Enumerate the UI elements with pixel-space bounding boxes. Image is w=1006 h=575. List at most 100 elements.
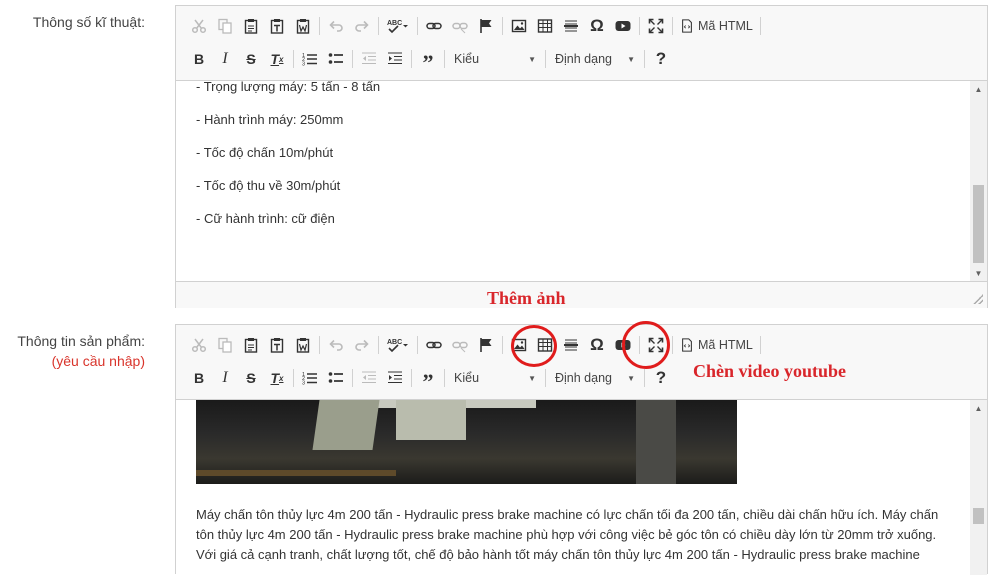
paste-icon[interactable]	[238, 332, 264, 358]
format-combo-value: Định dạng	[555, 52, 612, 66]
help-button[interactable]: ?	[648, 365, 674, 391]
numbered-list-icon[interactable]: 123	[297, 46, 323, 72]
field-label-specs: Thông số kĩ thuật:	[32, 14, 145, 30]
content-line: - Hành trình máy: 250mm	[196, 112, 344, 127]
content-line: - Tốc độ thu về 30m/phút	[196, 178, 341, 193]
paste-word-icon[interactable]	[290, 13, 316, 39]
scrollbar-thumb[interactable]	[973, 185, 984, 263]
outdent-icon[interactable]	[356, 365, 382, 391]
redo-icon[interactable]	[349, 13, 375, 39]
unlink-icon[interactable]	[447, 13, 473, 39]
highlight-circle-image	[511, 325, 557, 367]
product-description: Máy chấn tôn thủy lực 4m 200 tấn - Hydra…	[196, 507, 939, 562]
unlink-icon[interactable]	[447, 332, 473, 358]
bold-icon[interactable]: B	[186, 365, 212, 391]
scrollbar-thumb[interactable]	[973, 508, 984, 524]
required-note: (yêu cầu nhập)	[51, 353, 145, 369]
style-combo[interactable]: Kiểu ▼	[448, 48, 542, 70]
horizontal-line-icon[interactable]	[558, 332, 584, 358]
link-icon[interactable]	[421, 13, 447, 39]
style-combo-value: Kiểu	[454, 52, 480, 66]
remove-format-icon[interactable]: Tx	[264, 46, 290, 72]
style-combo-value: Kiểu	[454, 371, 480, 385]
anchor-icon[interactable]	[473, 332, 499, 358]
paste-word-icon[interactable]	[290, 332, 316, 358]
copy-icon[interactable]	[212, 332, 238, 358]
format-combo[interactable]: Định dạng ▼	[549, 48, 641, 70]
strike-icon[interactable]: S	[238, 46, 264, 72]
link-icon[interactable]	[421, 332, 447, 358]
italic-icon[interactable]: I	[212, 365, 238, 391]
help-button[interactable]: ?	[648, 46, 674, 72]
annotation-add-image: Thêm ảnh	[487, 288, 566, 308]
undo-icon[interactable]	[323, 13, 349, 39]
cut-icon[interactable]	[186, 13, 212, 39]
numbered-list-icon[interactable]: 123	[297, 365, 323, 391]
annotation-insert-video: Chèn video youtube	[693, 361, 847, 381]
indent-icon[interactable]	[382, 46, 408, 72]
redo-icon[interactable]	[349, 332, 375, 358]
editor-toolbar: ABC Ω Mã HTML B I S T x 1 2 3 ” Kiểu ▼ Đ…	[176, 325, 987, 400]
cut-icon[interactable]	[186, 332, 212, 358]
spellcheck-icon[interactable]: ABC	[382, 332, 414, 358]
scroll-down-icon[interactable]: ▼	[970, 265, 987, 281]
scroll-up-icon[interactable]: ▲	[970, 81, 987, 97]
bold-icon[interactable]: B	[186, 46, 212, 72]
source-icon	[682, 338, 692, 352]
bulleted-list-icon[interactable]	[323, 365, 349, 391]
resize-handle-icon[interactable]	[973, 294, 983, 304]
source-button[interactable]: Mã HTML	[676, 13, 757, 39]
chevron-down-icon: ▼	[627, 54, 635, 64]
horizontal-line-icon[interactable]	[558, 13, 584, 39]
rich-text-editor-specs: ABC Ω Mã HTML B I S T x 1 2 3 ” Kiểu ▼ Đ…	[175, 5, 988, 308]
svg-text:3: 3	[302, 62, 305, 68]
special-char-icon[interactable]: Ω	[584, 13, 610, 39]
paste-icon[interactable]	[238, 13, 264, 39]
special-char-icon[interactable]: Ω	[584, 332, 610, 358]
paste-text-icon[interactable]	[264, 13, 290, 39]
source-button[interactable]: Mã HTML	[676, 332, 757, 358]
italic-icon[interactable]: I	[212, 46, 238, 72]
source-label: Mã HTML	[698, 19, 753, 33]
editor-content-area[interactable]: Máy chấn tôn thủy lực 4m 200 tấn - Hydra…	[176, 400, 987, 575]
undo-icon[interactable]	[323, 332, 349, 358]
editor-content-area[interactable]: - Trọng lượng máy: 5 tấn - 8 tấn - Hành …	[176, 81, 987, 281]
table-icon[interactable]	[532, 13, 558, 39]
bulleted-list-icon[interactable]	[323, 46, 349, 72]
content-line: - Trọng lượng máy: 5 tấn - 8 tấn	[196, 81, 381, 94]
field-label-product-info: Thông tin sản phẩm:	[17, 333, 145, 349]
content-line: - Tốc độ chấn 10m/phút	[196, 145, 334, 160]
svg-text:ABC: ABC	[387, 20, 402, 27]
content-line: - Cữ hành trình: cữ điện	[196, 211, 335, 226]
copy-icon[interactable]	[212, 13, 238, 39]
editor-toolbar: ABC Ω Mã HTML B I S T x 1 2 3 ” Kiểu ▼ Đ…	[176, 6, 987, 81]
strike-icon[interactable]: S	[238, 365, 264, 391]
scroll-up-icon[interactable]: ▲	[970, 400, 987, 416]
chevron-down-icon: ▼	[528, 373, 536, 383]
content-text: - Trọng lượng máy: 5 tấn - 8 tấn - Hành …	[196, 81, 380, 235]
anchor-icon[interactable]	[473, 13, 499, 39]
chevron-down-icon: ▼	[528, 54, 536, 64]
rich-text-editor-product-info: ABC Ω Mã HTML B I S T x 1 2 3 ” Kiểu ▼ Đ…	[175, 324, 988, 575]
indent-icon[interactable]	[382, 365, 408, 391]
style-combo[interactable]: Kiểu ▼	[448, 367, 542, 389]
outdent-icon[interactable]	[356, 46, 382, 72]
source-label: Mã HTML	[698, 338, 753, 352]
product-photo	[196, 400, 737, 484]
paste-text-icon[interactable]	[264, 332, 290, 358]
remove-format-icon[interactable]: Tx	[264, 365, 290, 391]
chevron-down-icon: ▼	[627, 373, 635, 383]
scrollbar[interactable]: ▲	[970, 400, 987, 575]
maximize-icon[interactable]	[643, 13, 669, 39]
editor-footer	[176, 281, 987, 308]
scrollbar[interactable]: ▲ ▼	[970, 81, 987, 281]
blockquote-icon[interactable]: ”	[415, 365, 441, 394]
svg-text:ABC: ABC	[387, 339, 402, 346]
format-combo[interactable]: Định dạng ▼	[549, 367, 641, 389]
source-icon	[682, 19, 692, 33]
blockquote-icon[interactable]: ”	[415, 46, 441, 75]
image-icon[interactable]	[506, 13, 532, 39]
format-combo-value: Định dạng	[555, 371, 612, 385]
spellcheck-icon[interactable]: ABC	[382, 13, 414, 39]
youtube-icon[interactable]	[610, 13, 636, 39]
